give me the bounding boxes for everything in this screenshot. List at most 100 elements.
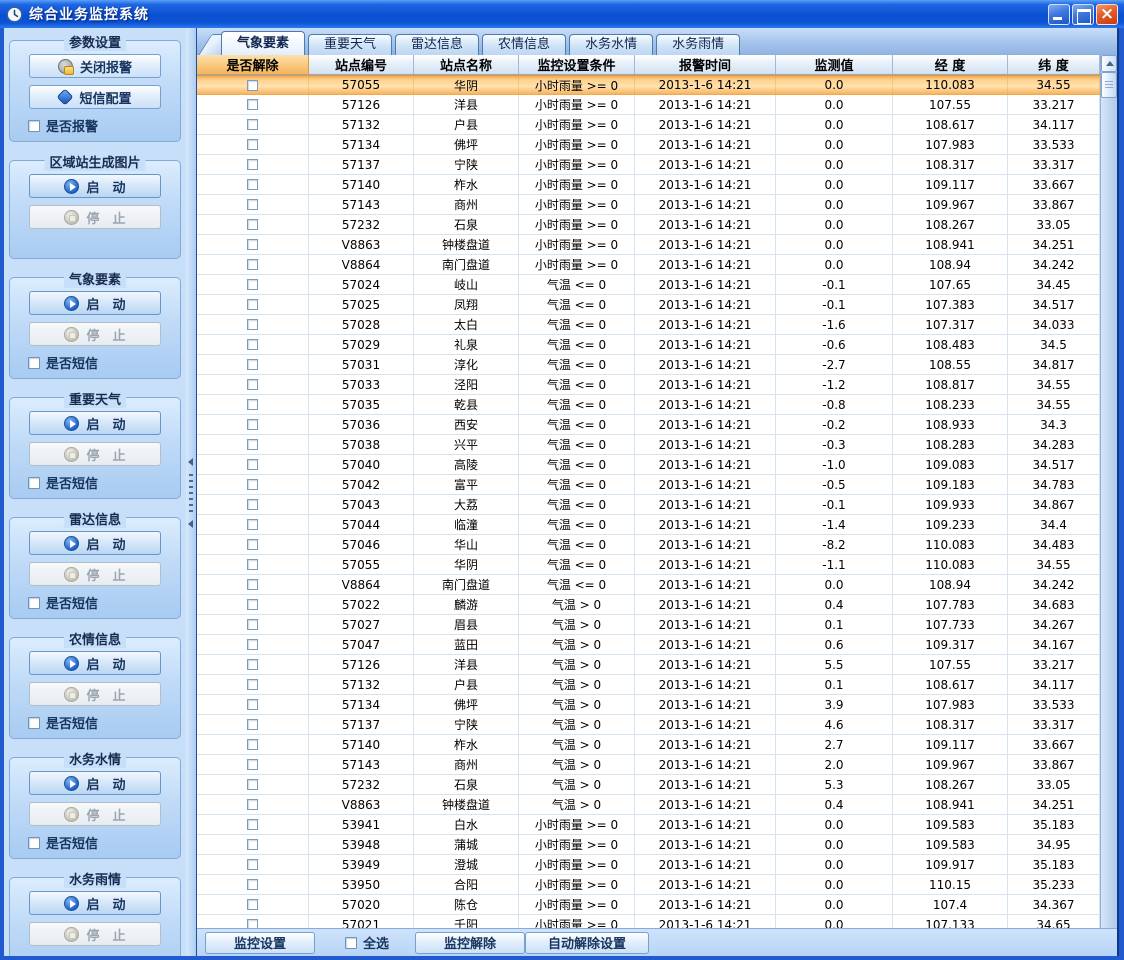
release-checkbox[interactable]	[247, 359, 258, 370]
table-row[interactable]: 57025凤翔气温 <= 02013-1-6 14:21-0.1107.3833…	[197, 295, 1100, 315]
start-button[interactable]: 启 动	[29, 174, 161, 198]
sms-config-button[interactable]: 短信配置	[29, 85, 161, 109]
table-row[interactable]: 57055华阴小时雨量 >= 02013-1-6 14:210.0110.083…	[197, 75, 1100, 95]
important-weather-checkbox[interactable]: 是否短信	[28, 473, 172, 492]
table-row[interactable]: 57126洋县气温 > 02013-1-6 14:215.5107.5533.2…	[197, 655, 1100, 675]
maximize-button[interactable]	[1072, 4, 1094, 25]
column-header[interactable]: 经 度	[893, 55, 1008, 74]
checkbox-box[interactable]	[345, 937, 357, 949]
release-checkbox[interactable]	[247, 519, 258, 530]
table-row[interactable]: 57132户县气温 > 02013-1-6 14:210.1108.61734.…	[197, 675, 1100, 695]
table-row[interactable]: 57033泾阳气温 <= 02013-1-6 14:21-1.2108.8173…	[197, 375, 1100, 395]
stop-button[interactable]: 停 止	[29, 922, 161, 946]
start-button[interactable]: 启 动	[29, 531, 161, 555]
scroll-thumb[interactable]	[1101, 72, 1117, 98]
release-checkbox[interactable]	[247, 899, 258, 910]
tab-agriculture-info[interactable]: 农情信息	[482, 34, 566, 55]
release-checkbox[interactable]	[247, 479, 258, 490]
column-header[interactable]: 监测值	[776, 55, 893, 74]
table-row[interactable]: 57134佛坪气温 > 02013-1-6 14:213.9107.98333.…	[197, 695, 1100, 715]
stop-button[interactable]: 停 止	[29, 442, 161, 466]
table-row[interactable]: 57134佛坪小时雨量 >= 02013-1-6 14:210.0107.983…	[197, 135, 1100, 155]
table-row[interactable]: V8864南门盘道气温 <= 02013-1-6 14:210.0108.943…	[197, 575, 1100, 595]
release-checkbox[interactable]	[247, 759, 258, 770]
column-header[interactable]: 监控设置条件	[519, 55, 635, 74]
table-row[interactable]: 57035乾县气温 <= 02013-1-6 14:21-0.8108.2333…	[197, 395, 1100, 415]
release-checkbox[interactable]	[247, 559, 258, 570]
table-row[interactable]: 57140柞水小时雨量 >= 02013-1-6 14:210.0109.117…	[197, 175, 1100, 195]
table-row[interactable]: 57232石泉气温 > 02013-1-6 14:215.3108.26733.…	[197, 775, 1100, 795]
release-checkbox[interactable]	[247, 159, 258, 170]
scroll-up-button[interactable]	[1101, 55, 1117, 72]
release-checkbox[interactable]	[247, 279, 258, 290]
table-row[interactable]: 57027眉县气温 > 02013-1-6 14:210.1107.73334.…	[197, 615, 1100, 635]
table-row[interactable]: V8864南门盘道小时雨量 >= 02013-1-6 14:210.0108.9…	[197, 255, 1100, 275]
release-checkbox[interactable]	[247, 919, 258, 928]
table-row[interactable]: 57043大荔气温 <= 02013-1-6 14:21-0.1109.9333…	[197, 495, 1100, 515]
release-checkbox[interactable]	[247, 80, 258, 91]
column-header[interactable]: 站点名称	[414, 55, 519, 74]
tab-important-weather[interactable]: 重要天气	[308, 34, 392, 55]
tab-weather-elements[interactable]: 气象要素	[221, 31, 305, 55]
release-checkbox[interactable]	[247, 99, 258, 110]
table-row[interactable]: 57055华阴气温 <= 02013-1-6 14:21-1.1110.0833…	[197, 555, 1100, 575]
release-checkbox[interactable]	[247, 119, 258, 130]
table-row[interactable]: 53941白水小时雨量 >= 02013-1-6 14:210.0109.583…	[197, 815, 1100, 835]
start-button[interactable]: 启 动	[29, 771, 161, 795]
stop-button[interactable]: 停 止	[29, 562, 161, 586]
release-checkbox[interactable]	[247, 879, 258, 890]
release-checkbox[interactable]	[247, 579, 258, 590]
release-checkbox[interactable]	[247, 819, 258, 830]
table-row[interactable]: V8863钟楼盘道气温 > 02013-1-6 14:210.4108.9413…	[197, 795, 1100, 815]
monitor-settings-button[interactable]: 监控设置	[205, 932, 315, 954]
release-checkbox[interactable]	[247, 619, 258, 630]
tab-water-level[interactable]: 水务水情	[569, 34, 653, 55]
select-all-checkbox[interactable]: 全选	[345, 933, 389, 952]
table-row[interactable]: 57021千阳小时雨量 >= 02013-1-6 14:210.0107.133…	[197, 915, 1100, 928]
release-checkbox[interactable]	[247, 139, 258, 150]
release-checkbox[interactable]	[247, 299, 258, 310]
stop-button[interactable]: 停 止	[29, 205, 161, 229]
water-rain-checkbox[interactable]: 是否短信	[28, 953, 172, 956]
release-checkbox[interactable]	[247, 859, 258, 870]
release-checkbox[interactable]	[247, 439, 258, 450]
start-button[interactable]: 启 动	[29, 291, 161, 315]
release-checkbox[interactable]	[247, 779, 258, 790]
splitter-grip[interactable]	[189, 474, 193, 516]
release-checkbox[interactable]	[247, 419, 258, 430]
column-header[interactable]: 纬 度	[1008, 55, 1100, 74]
release-checkbox[interactable]	[247, 639, 258, 650]
stop-button[interactable]: 停 止	[29, 322, 161, 346]
release-checkbox[interactable]	[247, 399, 258, 410]
release-checkbox[interactable]	[247, 219, 258, 230]
checkbox-box[interactable]	[28, 477, 40, 489]
release-checkbox[interactable]	[247, 739, 258, 750]
table-row[interactable]: 57031淳化气温 <= 02013-1-6 14:21-2.7108.5534…	[197, 355, 1100, 375]
auto-release-settings-button[interactable]: 自动解除设置	[525, 932, 649, 954]
weather-elements-checkbox[interactable]: 是否短信	[28, 353, 172, 372]
tab-water-rain[interactable]: 水务雨情	[656, 34, 740, 55]
start-button[interactable]: 启 动	[29, 891, 161, 915]
release-checkbox[interactable]	[247, 459, 258, 470]
monitor-release-button[interactable]: 监控解除	[415, 932, 525, 954]
column-header[interactable]: 报警时间	[635, 55, 776, 74]
release-checkbox[interactable]	[247, 719, 258, 730]
checkbox-box[interactable]	[28, 597, 40, 609]
table-row[interactable]: 57024岐山气温 <= 02013-1-6 14:21-0.1107.6534…	[197, 275, 1100, 295]
release-checkbox[interactable]	[247, 679, 258, 690]
release-checkbox[interactable]	[247, 659, 258, 670]
table-row[interactable]: 57022麟游气温 > 02013-1-6 14:210.4107.78334.…	[197, 595, 1100, 615]
tab-radar-info[interactable]: 雷达信息	[395, 34, 479, 55]
vertical-scrollbar[interactable]	[1100, 55, 1117, 928]
start-button[interactable]: 启 动	[29, 411, 161, 435]
column-header[interactable]: 是否解除	[197, 55, 309, 74]
table-row[interactable]: 57232石泉小时雨量 >= 02013-1-6 14:210.0108.267…	[197, 215, 1100, 235]
release-checkbox[interactable]	[247, 599, 258, 610]
minimize-button[interactable]	[1048, 4, 1070, 25]
table-row[interactable]: 57137宁陕小时雨量 >= 02013-1-6 14:210.0108.317…	[197, 155, 1100, 175]
table-row[interactable]: 57140柞水气温 > 02013-1-6 14:212.7109.11733.…	[197, 735, 1100, 755]
table-row[interactable]: 57143商州小时雨量 >= 02013-1-6 14:210.0109.967…	[197, 195, 1100, 215]
checkbox-box[interactable]	[28, 837, 40, 849]
close-alarm-button[interactable]: 关闭报警	[29, 54, 161, 78]
release-checkbox[interactable]	[247, 259, 258, 270]
